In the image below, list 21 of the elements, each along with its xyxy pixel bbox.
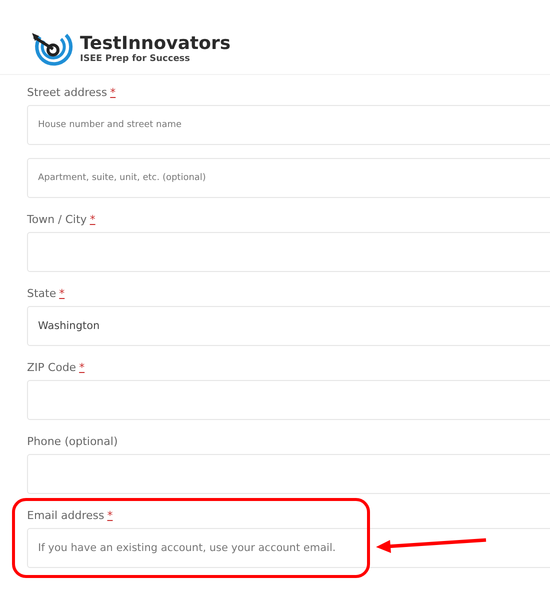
required-mark: *: [59, 287, 65, 300]
field-label: Street address: [27, 86, 108, 99]
field-label: Email address: [27, 509, 104, 522]
brand-tagline: ISEE Prep for Success: [80, 54, 192, 64]
input-field[interactable]: [27, 454, 550, 494]
field-label: State: [27, 287, 56, 300]
input-field[interactable]: Apartment, suite, unit, etc. (optional): [27, 158, 550, 198]
field-label: ZIP Code: [27, 361, 76, 374]
input-field[interactable]: Washington: [27, 306, 550, 346]
input-field[interactable]: House number and street name: [27, 105, 550, 145]
required-mark: *: [79, 361, 85, 374]
input-field[interactable]: [27, 232, 550, 272]
required-mark: *: [90, 213, 96, 226]
required-mark: *: [107, 509, 113, 522]
field-label: Phone (optional): [27, 435, 118, 448]
arrow-icon: [375, 538, 487, 554]
input-field[interactable]: [27, 380, 550, 420]
required-mark: *: [110, 86, 116, 99]
input-field[interactable]: If you have an existing account, use your account email.: [27, 528, 550, 568]
field-label: Town / City: [27, 213, 87, 226]
brand-name: TestInnovators: [80, 34, 231, 54]
